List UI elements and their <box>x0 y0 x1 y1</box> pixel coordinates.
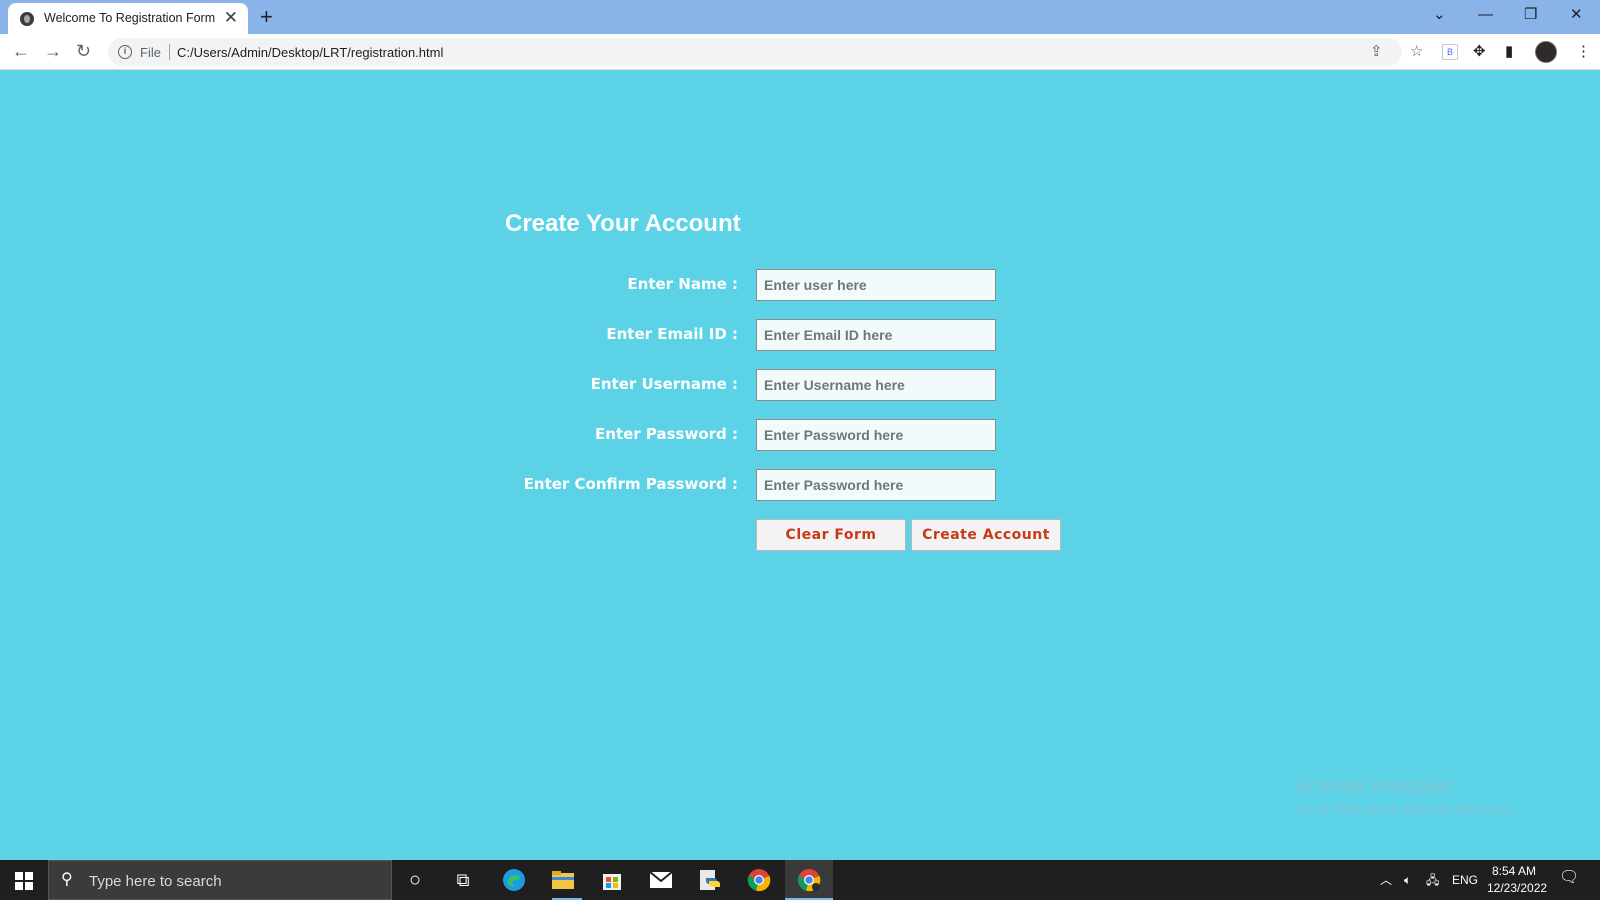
clear-form-button[interactable]: Clear Form <box>756 519 906 551</box>
network-icon[interactable]: 🖧︎ <box>1426 872 1439 888</box>
tray-chevron-up-icon[interactable]: ︿ <box>1380 872 1392 888</box>
info-icon[interactable]: i <box>118 45 132 59</box>
share-icon[interactable]: ⇪ <box>1370 42 1383 62</box>
email-input[interactable] <box>756 319 996 351</box>
forward-arrow-icon[interactable]: → <box>44 40 62 62</box>
browser-tab-strip: Welcome To Registration Form ✕ + ⌄ — ❐ ✕ <box>0 0 1600 34</box>
activation-watermark-title: Activate Windows <box>1295 776 1453 798</box>
extension-b-icon[interactable]: B <box>1442 44 1458 60</box>
windows-taskbar: ⚲ Type here to search ○ ⧉ ︿ 🔈︎ 🖧︎ ENG 8:… <box>0 860 1600 900</box>
store-icon[interactable] <box>598 866 626 894</box>
create-account-button[interactable]: Create Account <box>911 519 1061 551</box>
cortana-icon[interactable]: ○ <box>401 866 429 894</box>
file-scheme-label: File <box>140 45 161 60</box>
profile-avatar[interactable] <box>1535 41 1557 63</box>
bookmark-star-icon[interactable]: ☆ <box>1410 42 1423 62</box>
edge-icon[interactable] <box>500 866 528 894</box>
url-text[interactable]: C:/Users/Admin/Desktop/LRT/registration.… <box>177 45 443 60</box>
tab-title: Welcome To Registration Form <box>44 11 216 25</box>
volume-icon[interactable]: 🔈︎ <box>1404 872 1411 888</box>
minimize-icon[interactable]: — <box>1478 5 1493 25</box>
clock-date[interactable]: 12/23/2022 <box>1487 881 1547 895</box>
menu-dots-icon[interactable]: ⋮ <box>1576 42 1591 62</box>
browser-toolbar: ← → ↻ i File C:/Users/Admin/Desktop/LRT/… <box>0 34 1600 70</box>
taskbar-search-placeholder: Type here to search <box>89 873 222 890</box>
password-input[interactable] <box>756 419 996 451</box>
window-close-icon[interactable]: ✕ <box>1570 5 1583 25</box>
language-indicator[interactable]: ENG <box>1452 872 1478 888</box>
extensions-puzzle-icon[interactable]: ✥ <box>1473 42 1486 62</box>
confirm-password-label: Enter Confirm Password : <box>523 475 738 493</box>
taskbar-search-box[interactable]: ⚲ Type here to search <box>48 860 392 900</box>
reload-icon[interactable]: ↻ <box>76 40 91 62</box>
browser-tab[interactable]: Welcome To Registration Form ✕ <box>8 3 248 34</box>
python-icon[interactable] <box>695 866 723 894</box>
clock-time[interactable]: 8:54 AM <box>1492 864 1536 878</box>
file-explorer-icon[interactable] <box>549 866 577 894</box>
username-label: Enter Username : <box>590 375 738 393</box>
side-panel-icon[interactable]: ▮ <box>1505 42 1513 62</box>
new-tab-button[interactable]: + <box>260 4 273 30</box>
address-separator <box>169 44 170 60</box>
activation-watermark-subtitle: Go to Settings to activate Windows. <box>1295 801 1516 817</box>
address-bar[interactable]: i File C:/Users/Admin/Desktop/LRT/regist… <box>108 38 1423 66</box>
username-input[interactable] <box>756 369 996 401</box>
back-arrow-icon[interactable]: ← <box>12 40 30 62</box>
mail-icon[interactable] <box>647 866 675 894</box>
chrome-active-taskbar-item[interactable] <box>785 860 833 900</box>
form-title: Create Your Account <box>505 210 741 237</box>
name-input[interactable] <box>756 269 996 301</box>
task-view-icon[interactable]: ⧉ <box>449 866 477 894</box>
globe-icon <box>20 12 34 26</box>
chrome-icon[interactable] <box>745 866 773 894</box>
email-label: Enter Email ID : <box>606 325 738 343</box>
windows-start-icon[interactable] <box>15 872 33 890</box>
name-label: Enter Name : <box>627 275 738 293</box>
notification-center-icon[interactable]: 🗨︎ <box>1559 870 1579 886</box>
tab-close-icon[interactable]: ✕ <box>224 9 238 27</box>
tab-search-chevron-icon[interactable]: ⌄ <box>1433 5 1446 25</box>
search-icon: ⚲ <box>61 871 73 888</box>
restore-icon[interactable]: ❐ <box>1524 5 1537 25</box>
password-label: Enter Password : <box>595 425 738 443</box>
confirm-password-input[interactable] <box>756 469 996 501</box>
